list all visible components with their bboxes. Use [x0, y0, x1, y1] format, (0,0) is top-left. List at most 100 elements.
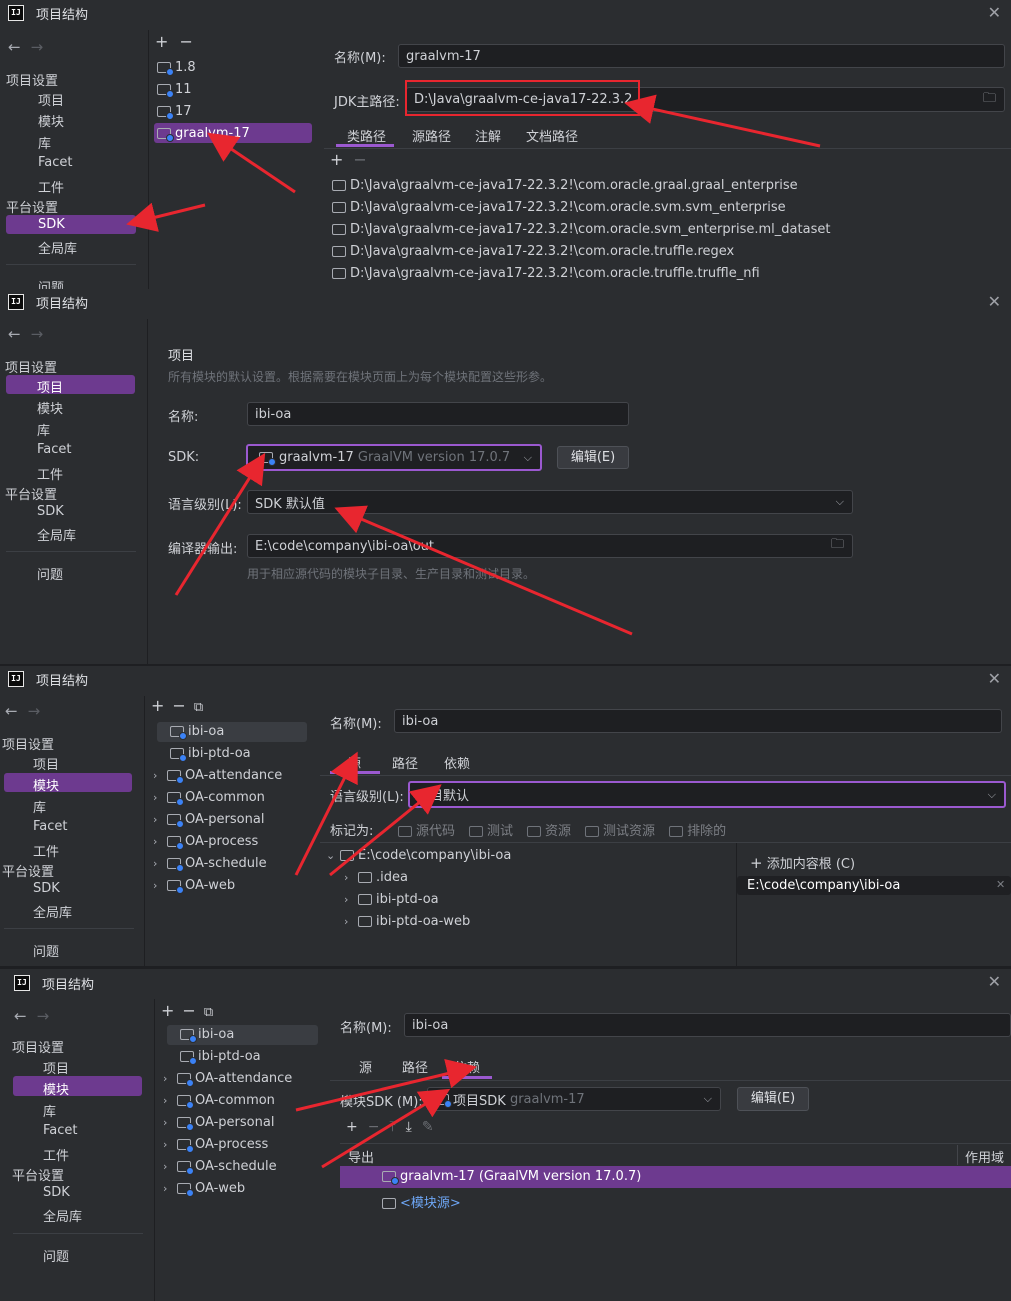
- back-icon[interactable]: ←: [5, 702, 18, 720]
- nav-sdk[interactable]: SDK: [38, 217, 65, 232]
- forward-icon[interactable]: →: [37, 1007, 50, 1025]
- copy-icon[interactable]: ⧉: [204, 1005, 213, 1020]
- copy-icon[interactable]: ⧉: [194, 700, 203, 715]
- close-icon[interactable]: ✕: [988, 292, 1001, 311]
- sdk-select[interactable]: graalvm-17 GraalVM version 17.0.7 ⌵: [246, 444, 542, 471]
- move-up-icon[interactable]: ⤒: [389, 1119, 395, 1135]
- classpath-row[interactable]: D:\Java\graalvm-ce-java17-22.3.2!\com.or…: [332, 222, 830, 237]
- tab-dependencies[interactable]: 依赖: [444, 753, 470, 772]
- nav-modules[interactable]: 模块: [38, 111, 64, 130]
- move-down-icon[interactable]: ⤓: [406, 1119, 412, 1135]
- nav-global-libraries[interactable]: 全局库: [38, 238, 77, 257]
- content-root-path[interactable]: E:\code\company\ibi-oa: [747, 878, 900, 893]
- module-item[interactable]: ibi-oa: [166, 1027, 234, 1043]
- nav-facet[interactable]: Facet: [38, 155, 73, 170]
- nav-libraries[interactable]: 库: [37, 420, 50, 439]
- nav-libraries[interactable]: 库: [38, 133, 51, 152]
- name-input[interactable]: ibi-oa: [247, 402, 629, 426]
- module-item[interactable]: › OA-process: [153, 834, 258, 850]
- folder-icon[interactable]: 🗀: [983, 89, 996, 111]
- forward-icon[interactable]: →: [31, 38, 44, 56]
- mark-excluded-button[interactable]: 排除的: [669, 820, 726, 839]
- nav-problems[interactable]: 问题: [43, 1246, 69, 1265]
- content-tree-item[interactable]: › ibi-ptd-oa: [344, 892, 439, 907]
- back-icon[interactable]: ←: [8, 325, 21, 343]
- tab-sources[interactable]: 源: [348, 753, 361, 772]
- add-icon[interactable]: +: [346, 1119, 358, 1135]
- sdk-item[interactable]: 1.8: [157, 60, 196, 76]
- name-input[interactable]: ibi-oa: [404, 1013, 1011, 1037]
- module-item[interactable]: ibi-ptd-oa: [156, 746, 251, 762]
- nav-modules[interactable]: 模块: [37, 398, 63, 417]
- module-item[interactable]: › OA-schedule: [153, 856, 267, 872]
- nav-libraries[interactable]: 库: [43, 1101, 56, 1120]
- classpath-row[interactable]: D:\Java\graalvm-ce-java17-22.3.2!\com.or…: [332, 200, 786, 215]
- remove-icon[interactable]: −: [353, 150, 366, 169]
- tab-docpath[interactable]: 文档路径: [526, 126, 578, 145]
- module-item[interactable]: › OA-common: [163, 1093, 275, 1109]
- language-level-select[interactable]: SDK 默认值 ⌵: [247, 490, 853, 514]
- nav-artifacts[interactable]: 工件: [38, 177, 64, 196]
- close-icon[interactable]: ✕: [988, 3, 1001, 22]
- content-tree-item[interactable]: › .idea: [344, 870, 408, 885]
- module-item[interactable]: › OA-web: [153, 878, 235, 894]
- module-item[interactable]: ibi-oa: [156, 724, 224, 740]
- content-tree-root[interactable]: ⌄ E:\code\company\ibi-oa: [326, 848, 511, 863]
- module-item[interactable]: › OA-common: [153, 790, 265, 806]
- tab-dependencies[interactable]: 依赖: [454, 1057, 480, 1076]
- mark-resources-button[interactable]: 资源: [527, 820, 571, 839]
- module-sdk-select[interactable]: 项目SDK graalvm-17 ⌵: [427, 1087, 721, 1111]
- nav-problems[interactable]: 问题: [37, 564, 63, 583]
- module-item[interactable]: ibi-ptd-oa: [166, 1049, 261, 1065]
- mark-sources-button[interactable]: 源代码: [398, 820, 455, 839]
- nav-sdk[interactable]: SDK: [37, 504, 64, 519]
- back-icon[interactable]: ←: [14, 1007, 27, 1025]
- nav-facet[interactable]: Facet: [33, 819, 68, 834]
- nav-sdk[interactable]: SDK: [43, 1185, 70, 1200]
- sdk-item-selected[interactable]: graalvm-17: [157, 126, 250, 142]
- remove-icon[interactable]: −: [180, 32, 193, 51]
- tab-paths[interactable]: 路径: [392, 753, 418, 772]
- nav-project[interactable]: 项目: [38, 90, 64, 109]
- tab-annotations[interactable]: 注解: [475, 126, 501, 145]
- nav-problems[interactable]: 问题: [38, 277, 64, 289]
- nav-global-libraries[interactable]: 全局库: [33, 902, 72, 921]
- module-item[interactable]: › OA-process: [163, 1137, 268, 1153]
- nav-global-libraries[interactable]: 全局库: [43, 1206, 82, 1225]
- module-item[interactable]: › OA-attendance: [163, 1071, 292, 1087]
- module-item[interactable]: › OA-attendance: [153, 768, 282, 784]
- remove-content-root-icon[interactable]: ✕: [996, 878, 1005, 891]
- nav-facet[interactable]: Facet: [43, 1123, 78, 1138]
- nav-artifacts[interactable]: 工件: [37, 464, 63, 483]
- back-icon[interactable]: ←: [8, 38, 21, 56]
- dependency-row[interactable]: graalvm-17 (GraalVM version 17.0.7): [382, 1169, 641, 1185]
- nav-project[interactable]: 项目: [43, 1058, 69, 1077]
- mark-tests-button[interactable]: 测试: [469, 820, 513, 839]
- sdk-item[interactable]: 11: [157, 82, 192, 98]
- nav-global-libraries[interactable]: 全局库: [37, 525, 76, 544]
- tab-paths[interactable]: 路径: [402, 1057, 428, 1076]
- edit-pencil-icon[interactable]: ✎: [422, 1119, 434, 1135]
- remove-icon[interactable]: −: [182, 1001, 195, 1020]
- close-icon[interactable]: ✕: [988, 669, 1001, 688]
- folder-icon[interactable]: 🗀: [831, 535, 844, 557]
- content-tree-item[interactable]: › ibi-ptd-oa-web: [344, 914, 470, 929]
- classpath-row[interactable]: D:\Java\graalvm-ce-java17-22.3.2!\com.or…: [332, 244, 734, 259]
- remove-icon[interactable]: −: [172, 696, 185, 715]
- tab-sourcepath[interactable]: 源路径: [412, 126, 451, 145]
- nav-modules[interactable]: 模块: [33, 775, 59, 794]
- edit-button[interactable]: 编辑(E): [557, 446, 629, 469]
- nav-modules[interactable]: 模块: [43, 1079, 69, 1098]
- module-item[interactable]: › OA-schedule: [163, 1159, 277, 1175]
- nav-libraries[interactable]: 库: [33, 797, 46, 816]
- nav-facet[interactable]: Facet: [37, 442, 72, 457]
- classpath-row[interactable]: D:\Java\graalvm-ce-java17-22.3.2!\com.or…: [332, 178, 798, 193]
- nav-sdk[interactable]: SDK: [33, 881, 60, 896]
- add-content-root-button[interactable]: + 添加内容根 (C): [750, 853, 855, 872]
- add-icon[interactable]: +: [151, 696, 164, 715]
- nav-project[interactable]: 项目: [33, 754, 59, 773]
- language-level-select[interactable]: 项目默认 ⌵: [408, 781, 1006, 808]
- add-icon[interactable]: +: [155, 32, 168, 51]
- nav-artifacts[interactable]: 工件: [43, 1145, 69, 1164]
- module-item[interactable]: › OA-personal: [153, 812, 264, 828]
